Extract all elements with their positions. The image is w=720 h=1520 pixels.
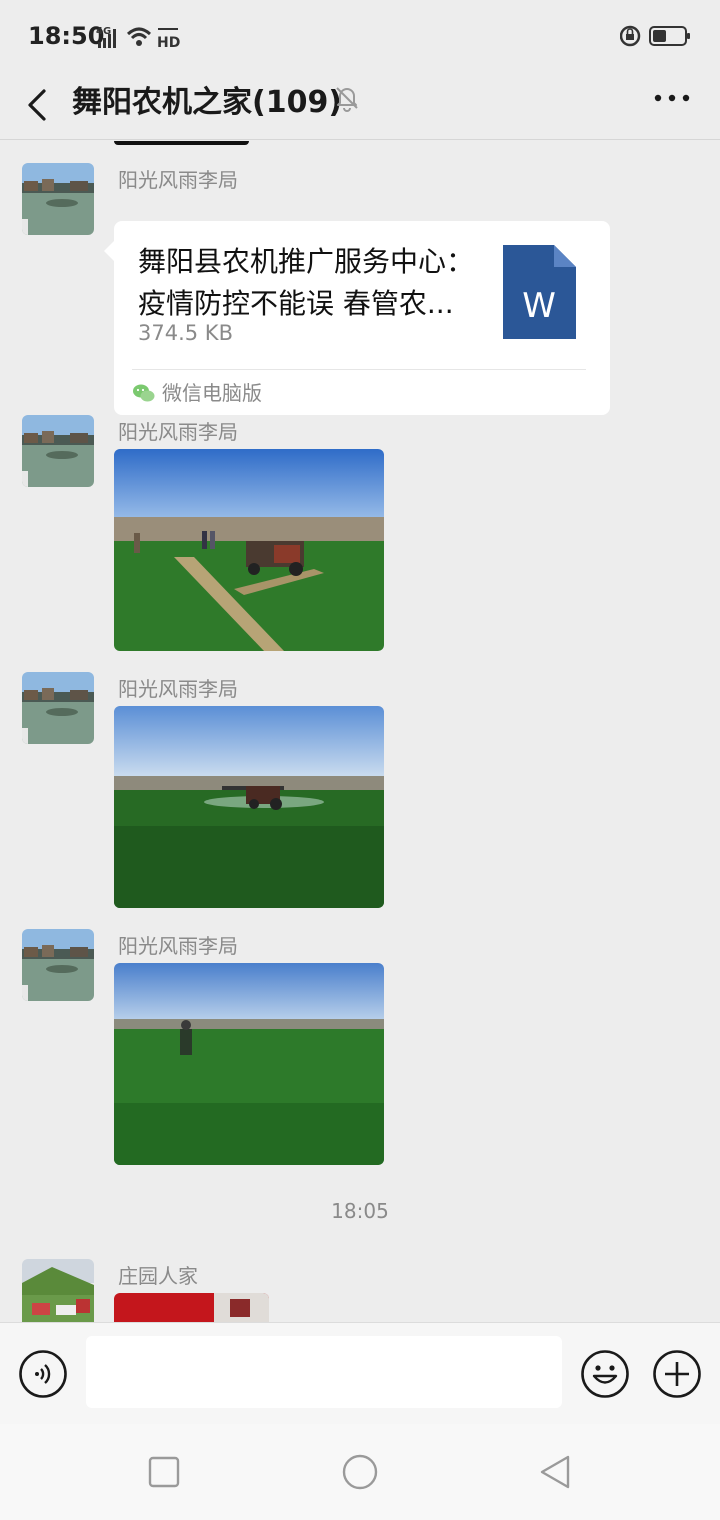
- emoji-button[interactable]: [580, 1349, 630, 1399]
- avatar[interactable]: [22, 163, 94, 235]
- avatar-lake-image: [22, 672, 94, 744]
- file-name: 舞阳县农机推广服务中心：疫情防控不能误 春管农...: [138, 245, 475, 320]
- message-input[interactable]: [86, 1336, 562, 1408]
- message-image: 阳光风雨李局: [0, 415, 720, 655]
- emoji-icon: [581, 1350, 629, 1398]
- home-button[interactable]: [340, 1452, 380, 1492]
- photo-field-worker[interactable]: [114, 963, 384, 1165]
- status-time: 18:50: [28, 22, 105, 50]
- photo-field-tractor[interactable]: [114, 449, 384, 651]
- recents-button[interactable]: [144, 1452, 184, 1492]
- voice-button[interactable]: [18, 1349, 68, 1399]
- more-button[interactable]: [650, 85, 694, 115]
- avatar-lake-image: [22, 929, 94, 1001]
- avatar[interactable]: [22, 415, 94, 487]
- previous-message-fragment: [114, 141, 249, 145]
- hd-label: HD: [157, 35, 180, 50]
- lock-battery-icon: [619, 25, 690, 47]
- message-image: 阳光风雨李局: [0, 929, 720, 1169]
- triangle-back-icon: [540, 1455, 570, 1489]
- sender-name: 阳光风雨李局: [118, 934, 238, 958]
- sender-name: 庄园人家: [118, 1264, 198, 1288]
- sender-name: 阳光风雨李局: [118, 677, 238, 701]
- avatar[interactable]: [22, 929, 94, 1001]
- photo-field-sprayer[interactable]: [114, 706, 384, 908]
- avatar[interactable]: [22, 672, 94, 744]
- time-divider: 18:05: [331, 1199, 389, 1223]
- sender-name: 阳光风雨李局: [118, 168, 238, 192]
- status-right: [619, 22, 692, 50]
- file-source-label: 微信电脑版: [162, 381, 262, 405]
- file-type-letter: W: [522, 286, 556, 326]
- status-icons: 4G HD: [96, 24, 188, 51]
- avatar-lake-image: [22, 163, 94, 235]
- chevron-left-icon: [28, 89, 46, 121]
- back-button[interactable]: [18, 80, 58, 130]
- sender-name: 阳光风雨李局: [118, 420, 238, 444]
- message-image: 阳光风雨李局: [0, 672, 720, 912]
- chat-area[interactable]: 阳光风雨李局 舞阳县农机推广服务中心：疫情防控不能误 春管农... 374.5 …: [0, 141, 720, 1322]
- wechat-icon: [133, 384, 155, 402]
- status-bar: 18:50 4G HD: [0, 0, 720, 70]
- message-file: 阳光风雨李局 舞阳县农机推广服务中心：疫情防控不能误 春管农... 374.5 …: [0, 163, 720, 423]
- voice-icon: [19, 1350, 67, 1398]
- circle-icon: [342, 1454, 378, 1490]
- signal-wifi-icon: 4G HD: [96, 26, 180, 51]
- file-size: 374.5 KB: [138, 321, 233, 345]
- avatar[interactable]: [22, 1259, 94, 1322]
- chat-title: 舞阳农机之家(109): [72, 85, 343, 120]
- more-dots-icon: [654, 94, 690, 102]
- word-document-icon: W: [503, 245, 576, 339]
- plus-icon: [653, 1350, 701, 1398]
- system-navigation-bar: [0, 1424, 720, 1520]
- input-bar: [0, 1322, 720, 1424]
- message-partial: 庄园人家: [0, 1259, 720, 1322]
- file-message-bubble[interactable]: 舞阳县农机推广服务中心：疫情防控不能误 春管农... 374.5 KB W 微信…: [104, 221, 610, 415]
- avatar-lake-image: [22, 415, 94, 487]
- divider: [132, 369, 586, 370]
- chat-header: 舞阳农机之家(109): [0, 70, 720, 140]
- avatar-village-image: [22, 1259, 94, 1322]
- square-icon: [148, 1456, 180, 1488]
- bell-off-icon: [332, 83, 362, 113]
- photo-partial[interactable]: [114, 1293, 269, 1322]
- more-functions-button[interactable]: [652, 1349, 702, 1399]
- system-back-button[interactable]: [536, 1452, 576, 1492]
